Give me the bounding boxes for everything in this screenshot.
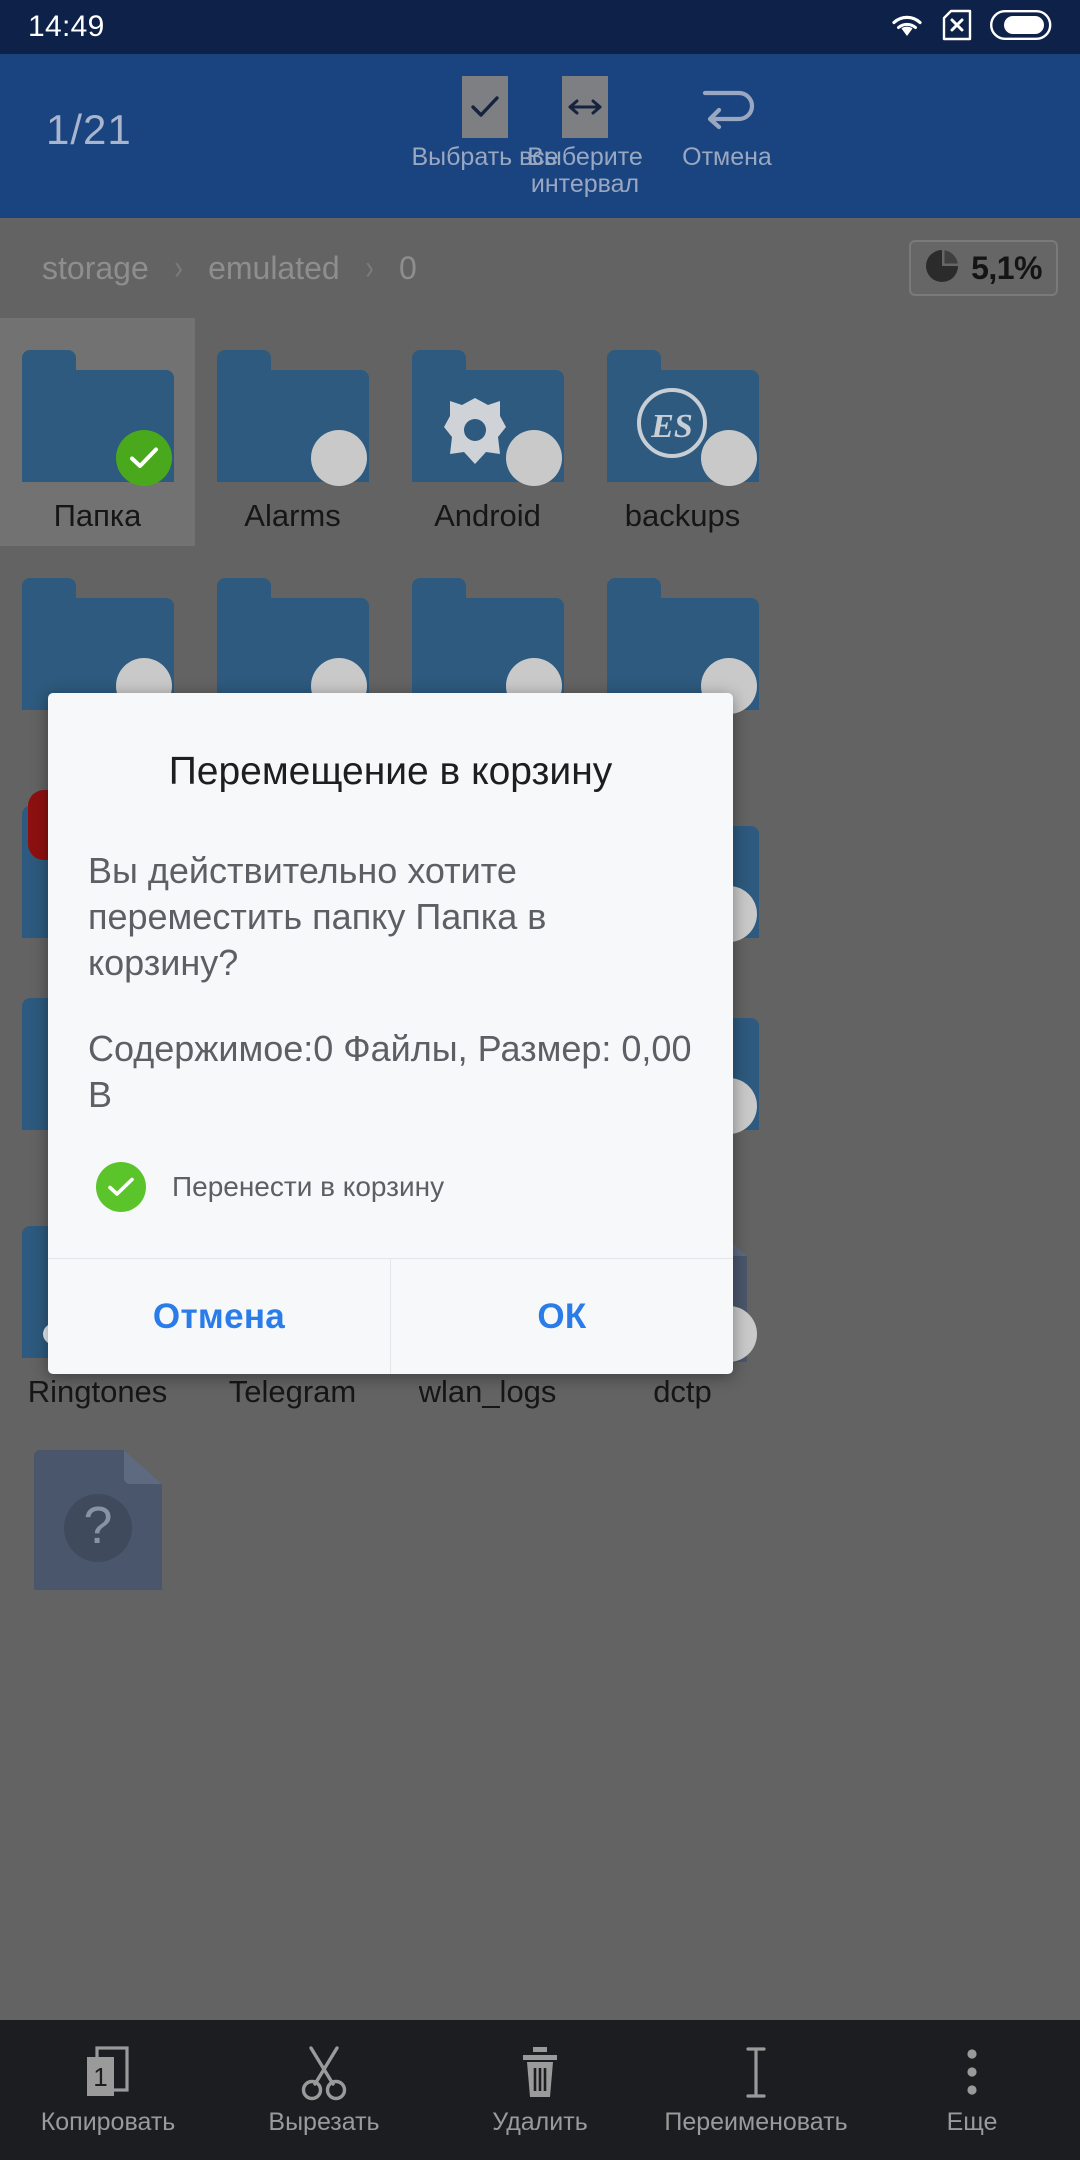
dialog-message: Вы действительно хотите переместить папк… bbox=[88, 849, 547, 983]
copy-icon: 1 bbox=[81, 2044, 135, 2102]
trash-icon bbox=[513, 2044, 567, 2102]
move-to-trash-dialog: Перемещение в корзину Вы действительно х… bbox=[48, 693, 733, 1375]
overflow-menu-icon bbox=[945, 2044, 999, 2102]
dialog-cancel-button[interactable]: Отмена bbox=[48, 1259, 390, 1374]
toolbar-rename-label: Переименовать bbox=[664, 2107, 848, 2136]
toolbar-more-label: Еще bbox=[946, 2107, 998, 2136]
toolbar-cut-button[interactable]: Вырезать bbox=[216, 2020, 432, 2160]
dialog-ok-button[interactable]: ОК bbox=[390, 1259, 733, 1375]
text-cursor-icon bbox=[729, 2044, 783, 2102]
dialog-scrim: Перемещение в корзину Вы действительно х… bbox=[0, 0, 1080, 2160]
checkbox-checked-icon[interactable] bbox=[96, 1162, 146, 1213]
toolbar-rename-button[interactable]: Переименовать bbox=[648, 2020, 864, 2160]
toolbar-delete-button[interactable]: Удалить bbox=[432, 2020, 648, 2160]
toolbar-copy-label: Копировать bbox=[40, 2107, 176, 2136]
bottom-toolbar: 1 Копировать Вырезать Удалить Переименов… bbox=[0, 2020, 1080, 2160]
move-to-trash-checkbox-row[interactable]: Перенести в корзину bbox=[88, 1158, 693, 1258]
svg-text:1: 1 bbox=[93, 2062, 107, 2092]
dialog-details: Содержимое:0 Файлы, Размер: 0,00 B bbox=[88, 1028, 692, 1116]
toolbar-more-button[interactable]: Еще bbox=[864, 2020, 1080, 2160]
toolbar-cut-label: Вырезать bbox=[268, 2107, 380, 2136]
dialog-body: Вы действительно хотите переместить папк… bbox=[48, 796, 733, 1258]
dialog-button-row: Отмена ОК bbox=[48, 1258, 733, 1375]
toolbar-copy-button[interactable]: 1 Копировать bbox=[0, 2020, 216, 2160]
scissors-icon bbox=[297, 2044, 351, 2102]
toolbar-delete-label: Удалить bbox=[492, 2107, 588, 2136]
dialog-title: Перемещение в корзину bbox=[168, 750, 613, 793]
move-to-trash-checkbox-label: Перенести в корзину bbox=[172, 1171, 445, 1203]
